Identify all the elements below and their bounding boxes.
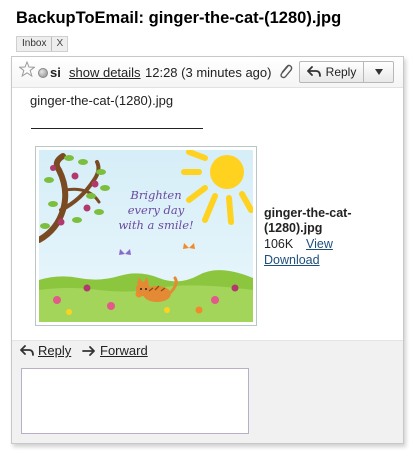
forward-arrow-icon <box>82 345 95 356</box>
reply-button[interactable]: Reply <box>299 61 364 83</box>
reply-link-label[interactable]: Reply <box>38 343 71 358</box>
thumbnail-text-line-2: every day <box>128 203 185 217</box>
message-body: ginger-the-cat-(1280).jpg <box>30 93 174 108</box>
attachment-view-link[interactable]: View <box>306 237 333 251</box>
forward-link[interactable]: Forward <box>82 343 148 358</box>
label-inbox-text[interactable]: Inbox <box>17 37 51 51</box>
label-list: Inbox X <box>16 36 69 52</box>
message-subject: BackupToEmail: ginger-the-cat-(1280).jpg <box>16 9 342 27</box>
thumbnail-text-line-1: Brighten <box>129 188 181 202</box>
reply-arrow-icon <box>306 66 321 77</box>
thumbnail-image[interactable]: Brighten every day with a smile! <box>39 150 253 322</box>
quick-reply-input[interactable] <box>21 368 249 434</box>
paperclip-icon <box>280 64 293 79</box>
attachment-size: 106K <box>264 237 294 251</box>
signature-divider <box>31 128 203 129</box>
attachment-thumbnail[interactable]: Brighten every day with a smile! <box>35 146 257 326</box>
dropdown-arrow-icon <box>374 69 383 75</box>
label-inbox[interactable]: Inbox X <box>16 36 69 52</box>
star-icon[interactable] <box>19 61 35 77</box>
thumbnail-text-line-3: with a smile! <box>118 218 193 232</box>
more-options-button[interactable] <box>364 61 394 83</box>
reply-button-label: Reply <box>325 65 357 79</box>
attachment-download-link[interactable]: Download <box>264 253 320 267</box>
forward-link-label[interactable]: Forward <box>100 343 148 358</box>
presence-icon <box>38 68 48 78</box>
reply-arrow-icon <box>20 344 34 356</box>
label-remove-button[interactable]: X <box>51 37 67 51</box>
reply-link[interactable]: Reply <box>20 343 71 358</box>
message-card: si show details 12:28 (3 minutes ago) Re… <box>11 56 404 444</box>
show-details-link[interactable]: show details <box>69 65 141 80</box>
message-time: 12:28 (3 minutes ago) <box>145 65 272 80</box>
sender-name[interactable]: si <box>50 65 61 80</box>
message-header: si show details 12:28 (3 minutes ago) Re… <box>12 57 403 88</box>
attachment-filename: ginger-the-cat-(1280).jpg <box>264 206 352 235</box>
